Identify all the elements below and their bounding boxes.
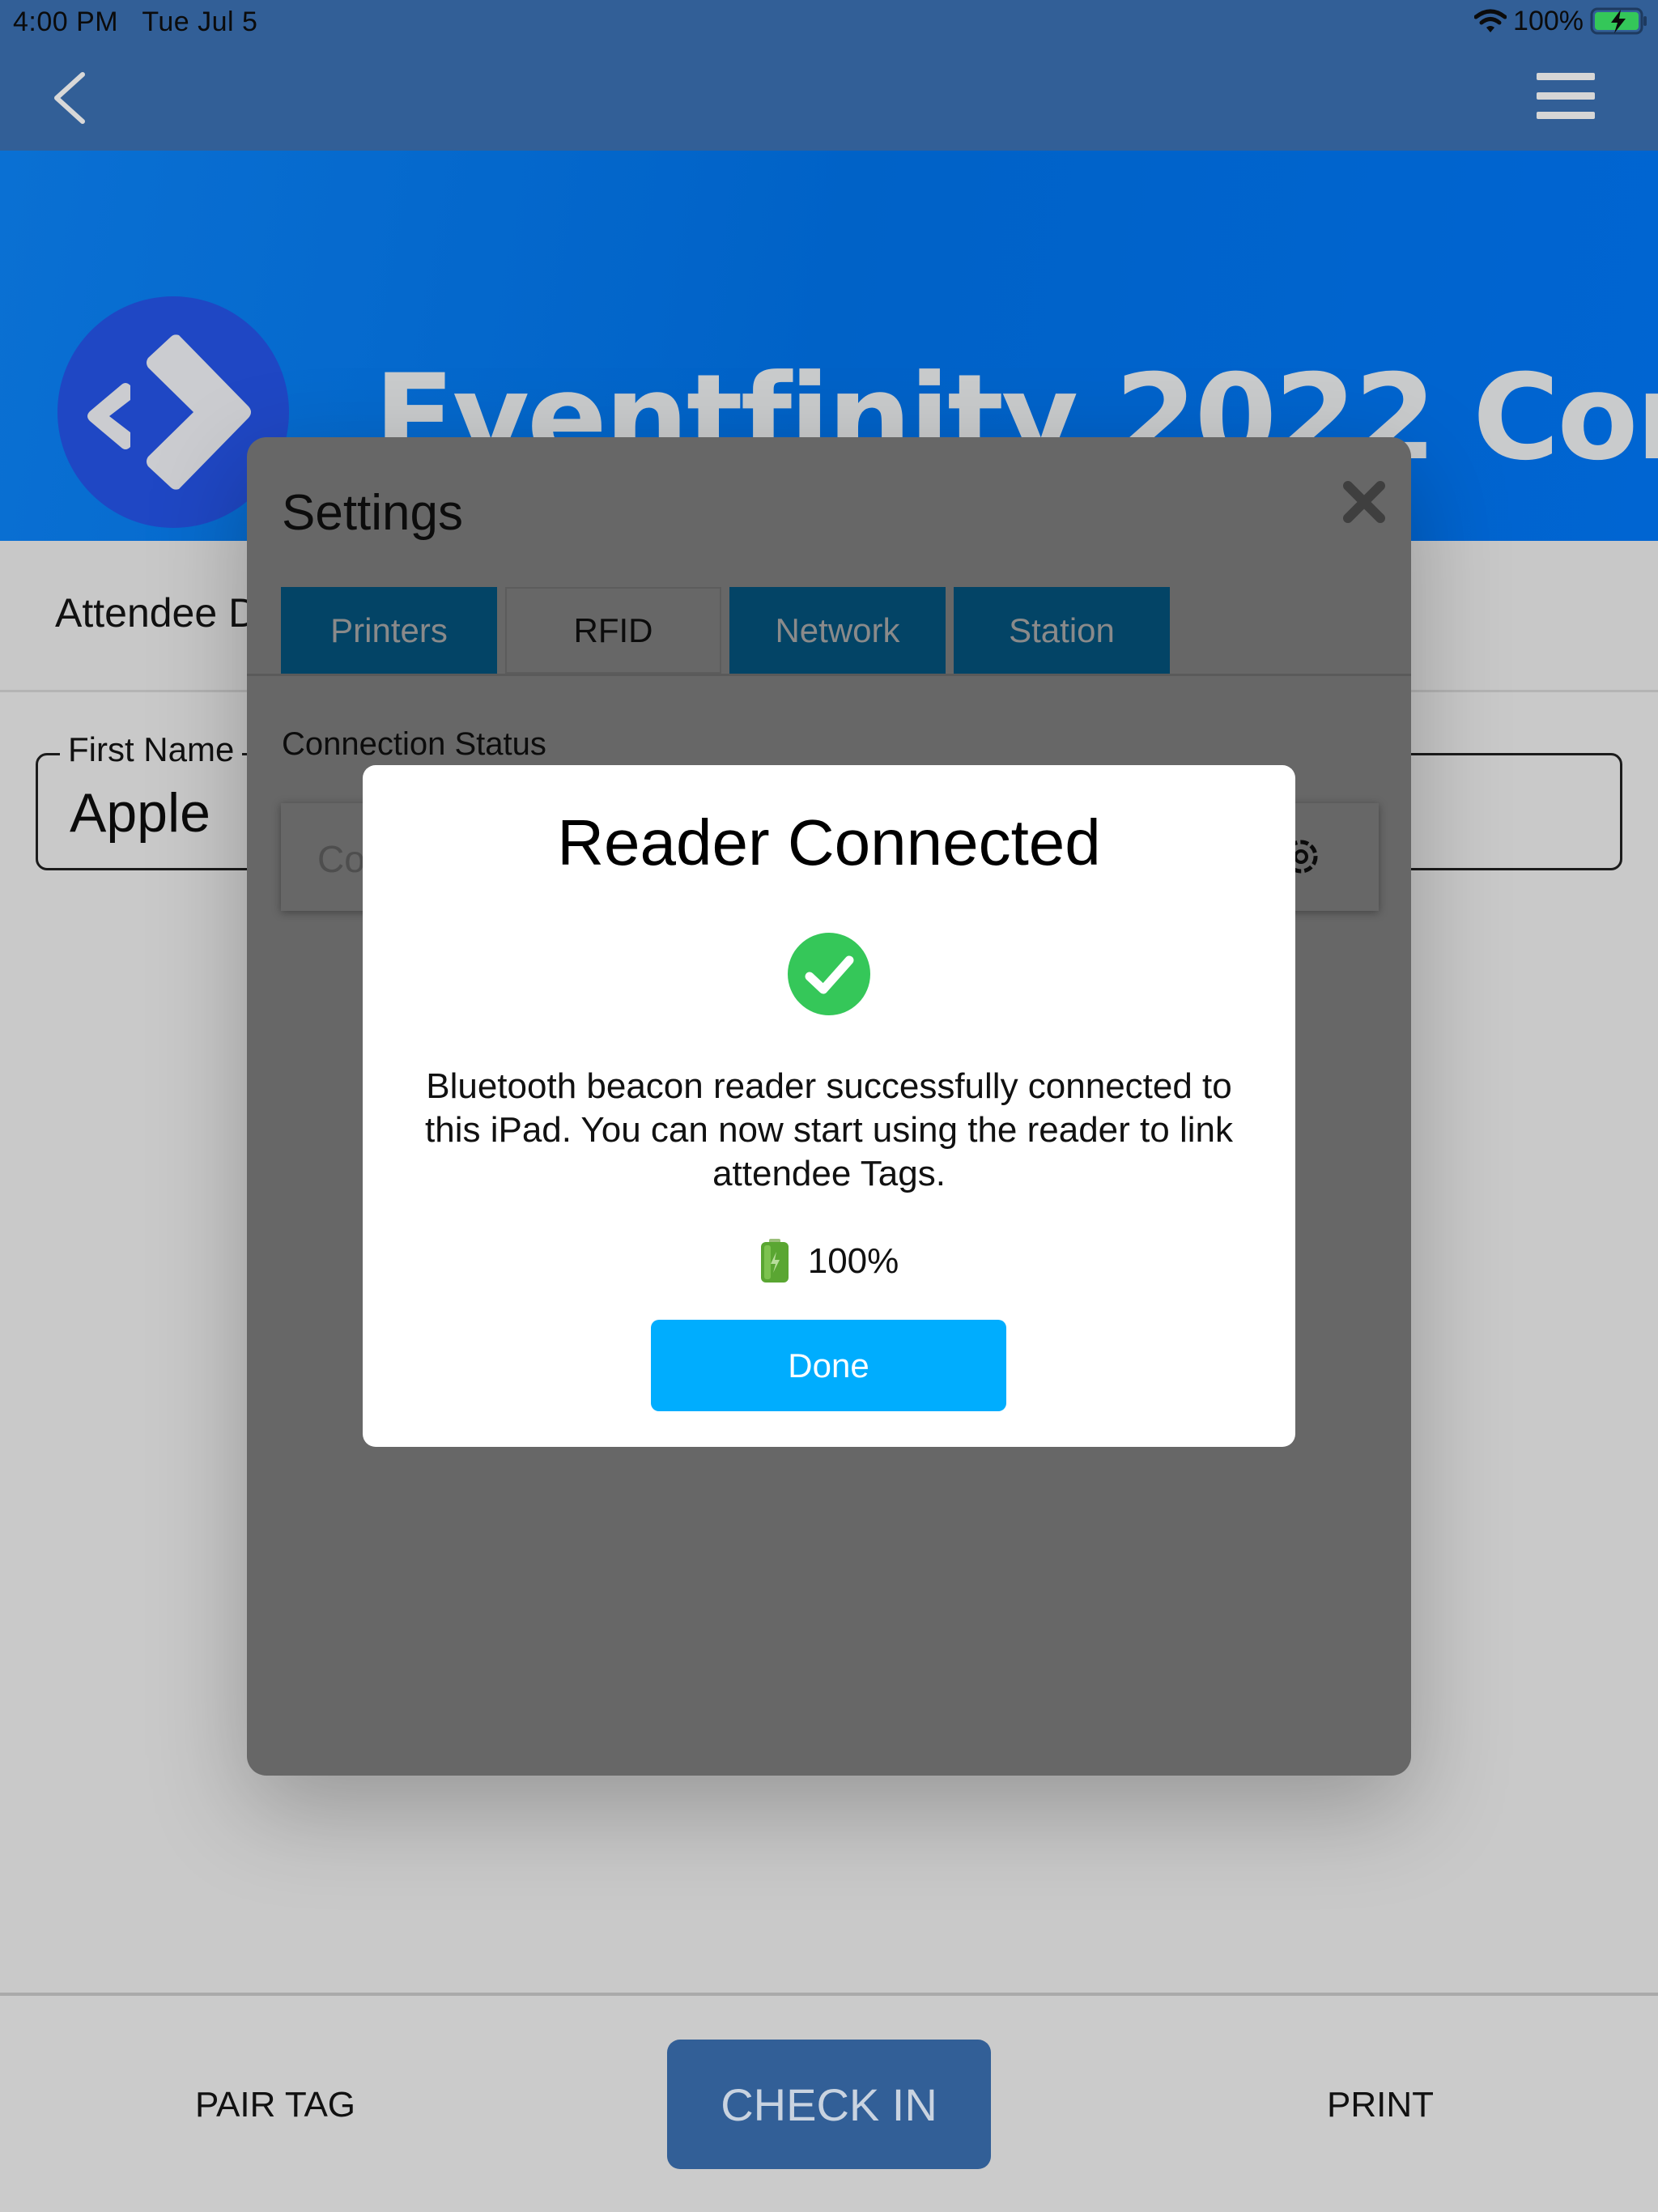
- section-label: Attendee D: [55, 590, 258, 636]
- done-button[interactable]: Done: [651, 1320, 1006, 1411]
- tab-rfid[interactable]: RFID: [505, 587, 721, 674]
- settings-tabs: Printers RFID Network Station: [281, 587, 1170, 674]
- connection-status-text: Co: [317, 838, 365, 880]
- dialog-title: Reader Connected: [557, 806, 1101, 878]
- battery-percent: 100%: [1513, 5, 1584, 36]
- status-date: Tue Jul 5: [142, 6, 258, 37]
- settings-title: Settings: [282, 485, 464, 541]
- tabs-divider: [247, 674, 1411, 676]
- reader-battery-level: 100%: [807, 1241, 899, 1281]
- back-button[interactable]: [49, 70, 89, 126]
- tab-printers[interactable]: Printers: [281, 587, 497, 674]
- tab-station[interactable]: Station: [954, 587, 1170, 674]
- battery-charging-icon: [1590, 7, 1647, 35]
- top-bar: 4:00 PM Tue Jul 5 100%: [0, 0, 1658, 151]
- connection-status-label: Connection Status: [282, 726, 546, 762]
- menu-line-icon: [1537, 73, 1595, 80]
- status-time-date: 4:00 PM Tue Jul 5: [13, 6, 257, 38]
- first-name-label: First Name: [60, 730, 243, 769]
- menu-button[interactable]: [1537, 71, 1595, 123]
- battery-icon: [760, 1239, 789, 1283]
- print-button[interactable]: PRINT: [1267, 2073, 1494, 2138]
- menu-line-icon: [1537, 92, 1595, 100]
- status-indicators: 100%: [1474, 5, 1648, 37]
- first-name-value[interactable]: Apple: [70, 781, 210, 844]
- check-circle-icon: [788, 933, 870, 1015]
- pair-tag-button[interactable]: PAIR TAG: [162, 2073, 389, 2138]
- check-in-button[interactable]: CHECK IN: [667, 2040, 991, 2169]
- close-icon[interactable]: [1340, 478, 1388, 526]
- wifi-icon: [1474, 9, 1507, 32]
- reader-battery: 100%: [363, 1239, 1295, 1284]
- reader-connected-dialog: Reader Connected Bluetooth beacon reader…: [363, 765, 1295, 1447]
- dialog-message: Bluetooth beacon reader successfully con…: [425, 1066, 1233, 1193]
- menu-line-icon: [1537, 112, 1595, 119]
- tab-network[interactable]: Network: [729, 587, 946, 674]
- status-time: 4:00 PM: [13, 6, 119, 37]
